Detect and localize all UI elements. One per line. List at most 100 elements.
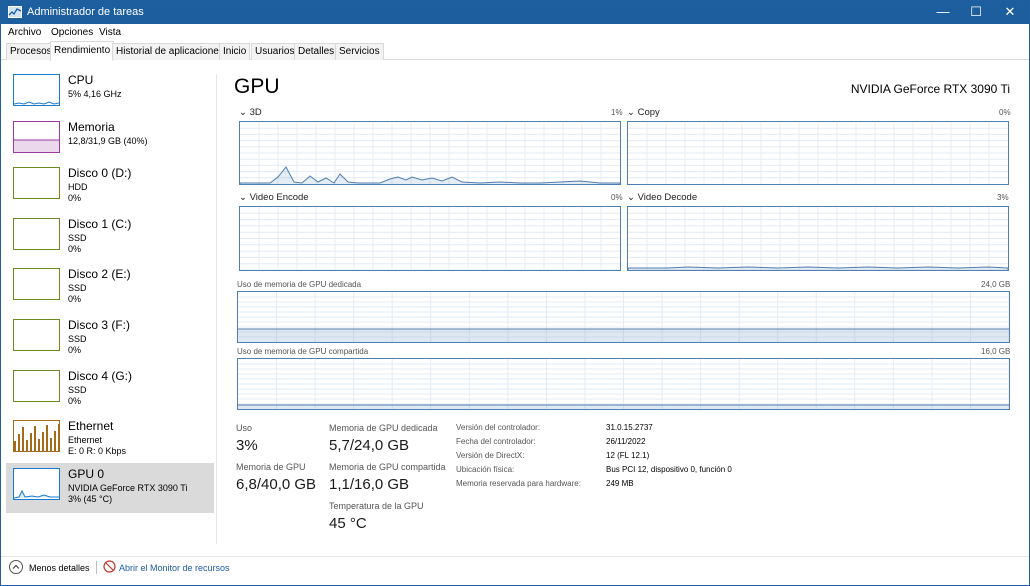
sidebar-item-name: GPU 0: [68, 467, 105, 481]
tab-detalles[interactable]: Detalles: [294, 43, 339, 60]
info-key: Memoria reservada para hardware:: [456, 479, 581, 488]
graph-decode-label: Video Decode: [637, 192, 698, 203]
graph-3d-grid: [240, 122, 620, 184]
network-graph-icon: [13, 420, 60, 452]
sidebar-item-gpu-0[interactable]: GPU 0 NVIDIA GeForce RTX 3090 Ti 3% (45 °C…: [6, 463, 214, 513]
dedicated-memory-fill: [238, 329, 1009, 342]
resource-sidebar: CPU 5% 4,16 GHz Memoria 12,8/31,9 GB (40%) D…: [6, 69, 214, 517]
graph-decode-chart: [628, 207, 1008, 270]
gpu-memory-value: 6,8/40,0 GB: [236, 476, 317, 493]
tab-procesos[interactable]: Procesos: [6, 43, 56, 60]
shared-memory-chart: [238, 359, 1009, 409]
disk-graph-icon: [13, 370, 60, 402]
graph-encode-dropdown[interactable]: ⌄ Video Encode: [239, 192, 309, 203]
page-title: GPU: [234, 75, 280, 98]
graph-3d-percent: 1%: [611, 108, 623, 117]
shared-memory-max: 16,0 GB: [981, 347, 1011, 356]
dedicated-memory-max: 24,0 GB: [981, 280, 1011, 289]
sidebar-item-disco-1-c[interactable]: Disco 1 (C:) SSD 0%: [6, 213, 214, 263]
minimize-button[interactable]: —: [926, 1, 960, 24]
dedicated-memory-stat-label: Memoria de GPU dedicada: [329, 423, 438, 433]
sidebar-item-ethernet[interactable]: Ethernet Ethernet E: 0 R: 0 Kbps: [6, 415, 214, 465]
info-value: 26/11/2022: [606, 437, 646, 446]
graph-3d-chart: [240, 122, 620, 184]
sidebar-item-cpu[interactable]: CPU 5% 4,16 GHz: [6, 69, 214, 119]
sidebar-item-name: Disco 0 (D:): [68, 166, 132, 180]
graph-encode-label: Video Encode: [249, 192, 309, 203]
graph-copy-chart: [628, 122, 1008, 184]
sidebar-item-detail: SSD: [68, 334, 87, 344]
dedicated-memory-stat-value: 5,7/24,0 GB: [329, 437, 410, 454]
info-value: Bus PCI 12, dispositivo 0, función 0: [606, 465, 732, 474]
graph-copy: [627, 121, 1009, 185]
sidebar-item-disco-3-f[interactable]: Disco 3 (F:) SSD 0%: [6, 314, 214, 364]
sidebar-item-memoria[interactable]: Memoria 12,8/31,9 GB (40%): [6, 116, 214, 166]
info-key: Fecha del controlador:: [456, 437, 536, 446]
sidebar-item-detail: 5% 4,16 GHz: [68, 89, 122, 99]
tab-historial[interactable]: Historial de aplicaciones: [112, 43, 228, 60]
graph-3d-label: 3D: [249, 107, 262, 118]
close-button[interactable]: ✕: [993, 1, 1027, 24]
gpu-model-name: NVIDIA GeForce RTX 3090 Ti: [850, 82, 1010, 96]
sidebar-item-detail: SSD: [68, 233, 87, 243]
tab-servicios[interactable]: Servicios: [335, 43, 384, 60]
graph-dedicated-memory: [237, 291, 1010, 343]
resource-monitor-icon[interactable]: [103, 560, 116, 573]
gpu-memory-label: Memoria de GPU: [236, 462, 306, 472]
tab-rendimiento[interactable]: Rendimiento: [50, 41, 115, 61]
sidebar-item-name: Memoria: [68, 120, 115, 134]
sidebar-item-name: Disco 1 (C:): [68, 217, 132, 231]
graph-copy-dropdown[interactable]: ⌄ Copy: [627, 107, 660, 118]
sidebar-item-detail: 0%: [68, 193, 82, 203]
fewer-details-link[interactable]: Menos detalles: [29, 563, 90, 573]
tab-inicio[interactable]: Inicio: [219, 43, 251, 60]
sidebar-item-name: CPU: [68, 73, 94, 87]
sidebar-item-disco-2-e[interactable]: Disco 2 (E:) SSD 0%: [6, 263, 214, 313]
graph-encode-percent: 0%: [611, 193, 623, 202]
maximize-button[interactable]: ☐: [959, 1, 993, 24]
sidebar-item-name: Ethernet: [68, 419, 114, 433]
sidebar-item-detail: 0%: [68, 396, 82, 406]
graph-copy-label: Copy: [637, 107, 660, 118]
sidebar-item-name: Disco 2 (E:): [68, 267, 131, 281]
graph-video-decode: [627, 206, 1009, 271]
sidebar-item-disco-4-g[interactable]: Disco 4 (G:) SSD 0%: [6, 365, 214, 415]
info-key: Versión del controlador:: [456, 423, 541, 432]
sidebar-item-detail: 3% (45 °C): [68, 494, 113, 504]
task-manager-window: Administrador de tareas — ☐ ✕ Archivo Op…: [0, 0, 1030, 586]
memory-graph-icon: [13, 121, 60, 153]
info-value: 249 MB: [606, 479, 634, 488]
graph-3d-dropdown[interactable]: ⌄ 3D: [239, 107, 262, 118]
chevron-up-icon: [12, 564, 20, 569]
sidebar-item-detail: SSD: [68, 283, 87, 293]
graph-encode-chart: [240, 207, 620, 270]
graph-copy-percent: 0%: [999, 108, 1011, 117]
uso-label: Uso: [236, 423, 253, 433]
sidebar-item-detail: 0%: [68, 294, 82, 304]
sidebar-item-detail: HDD: [68, 182, 88, 192]
collapse-chevron-icon[interactable]: [9, 560, 23, 574]
shared-memory-grid: [238, 359, 1009, 409]
graph-encode-grid: [240, 207, 620, 270]
title-bar[interactable]: Administrador de tareas — ☐ ✕: [1, 1, 1029, 24]
graph-decode-line: [628, 266, 1008, 270]
menu-archivo[interactable]: Archivo: [8, 27, 41, 38]
sidebar-item-detail: SSD: [68, 385, 87, 395]
open-resource-monitor-link[interactable]: Abrir el Monitor de recursos: [119, 563, 230, 573]
sidebar-item-disco-0-d[interactable]: Disco 0 (D:) HDD 0%: [6, 162, 214, 212]
dedicated-memory-chart: [238, 292, 1009, 342]
menu-vista[interactable]: Vista: [99, 27, 121, 38]
sidebar-item-detail: Ethernet: [68, 435, 103, 445]
shared-memory-stat-label: Memoria de GPU compartida: [329, 462, 446, 472]
sidebar-item-detail: 0%: [68, 345, 82, 355]
graph-decode-dropdown[interactable]: ⌄ Video Decode: [627, 192, 697, 203]
menu-opciones[interactable]: Opciones: [51, 27, 93, 38]
footer-bar: Menos detalles Abrir el Monitor de recur…: [1, 556, 1029, 578]
tab-usuarios[interactable]: Usuarios: [251, 43, 299, 60]
window-title: Administrador de tareas: [27, 6, 144, 18]
menu-bar: Archivo Opciones Vista: [1, 24, 1029, 41]
info-key: Ubicación física:: [456, 465, 515, 474]
graph-shared-memory: [237, 358, 1010, 410]
graph-3d: [239, 121, 621, 185]
disk-graph-icon: [13, 268, 60, 300]
